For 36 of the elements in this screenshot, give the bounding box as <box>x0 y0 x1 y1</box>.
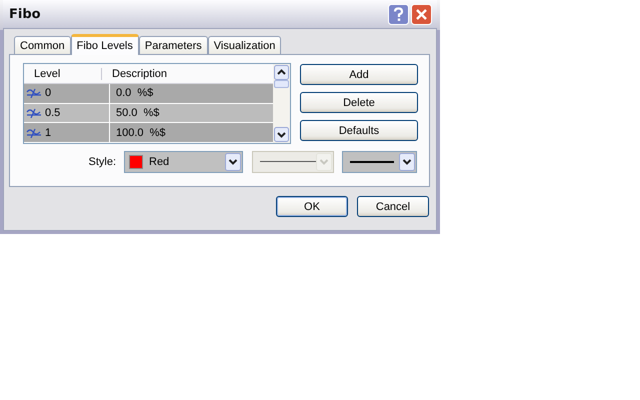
style-label: Style: <box>87 156 116 168</box>
table-cell[interactable]: 0.5 <box>24 104 110 122</box>
level-line-icon <box>26 108 42 118</box>
level-value: 1 <box>45 126 52 139</box>
column-header: Level <box>24 68 102 80</box>
scroll-down-icon[interactable] <box>274 127 289 142</box>
line-sample-icon <box>350 161 394 163</box>
dialog-button[interactable]: Cancel <box>357 196 429 217</box>
line-sample-icon <box>260 161 316 163</box>
window-title: Fibo <box>9 6 41 22</box>
color-name: Red <box>149 156 170 168</box>
side-button[interactable]: Delete <box>300 92 418 113</box>
tab[interactable]: Visualization <box>208 36 282 54</box>
table-cell[interactable]: 1 <box>24 123 110 142</box>
close-icon[interactable] <box>411 4 432 24</box>
side-button[interactable]: Add <box>300 64 418 85</box>
table-cell[interactable]: 0.0 %$ <box>110 84 154 103</box>
scrollbar[interactable] <box>273 64 290 143</box>
color-dropdown[interactable]: Red <box>124 151 243 173</box>
level-line-icon <box>26 88 42 98</box>
table-cell[interactable]: 50.0 %$ <box>110 104 160 122</box>
dialog-button[interactable]: OK <box>276 196 348 217</box>
level-line-icon <box>26 128 42 138</box>
level-value: 0 <box>45 87 52 100</box>
tab[interactable]: Parameters <box>138 36 208 54</box>
level-value: 0.5 <box>45 107 60 120</box>
tab[interactable]: Common <box>14 36 71 54</box>
column-header: Description <box>111 68 168 80</box>
scroll-up-icon[interactable] <box>274 65 289 80</box>
tab[interactable]: Fibo Levels <box>70 34 139 55</box>
line-width-dropdown[interactable] <box>342 151 417 173</box>
side-button[interactable]: Defaults <box>300 120 418 141</box>
scroll-thumb[interactable] <box>274 80 289 88</box>
table-cell[interactable]: 0 <box>24 84 110 103</box>
help-icon[interactable] <box>388 4 409 24</box>
table-cell[interactable]: 100.0 %$ <box>110 123 166 142</box>
